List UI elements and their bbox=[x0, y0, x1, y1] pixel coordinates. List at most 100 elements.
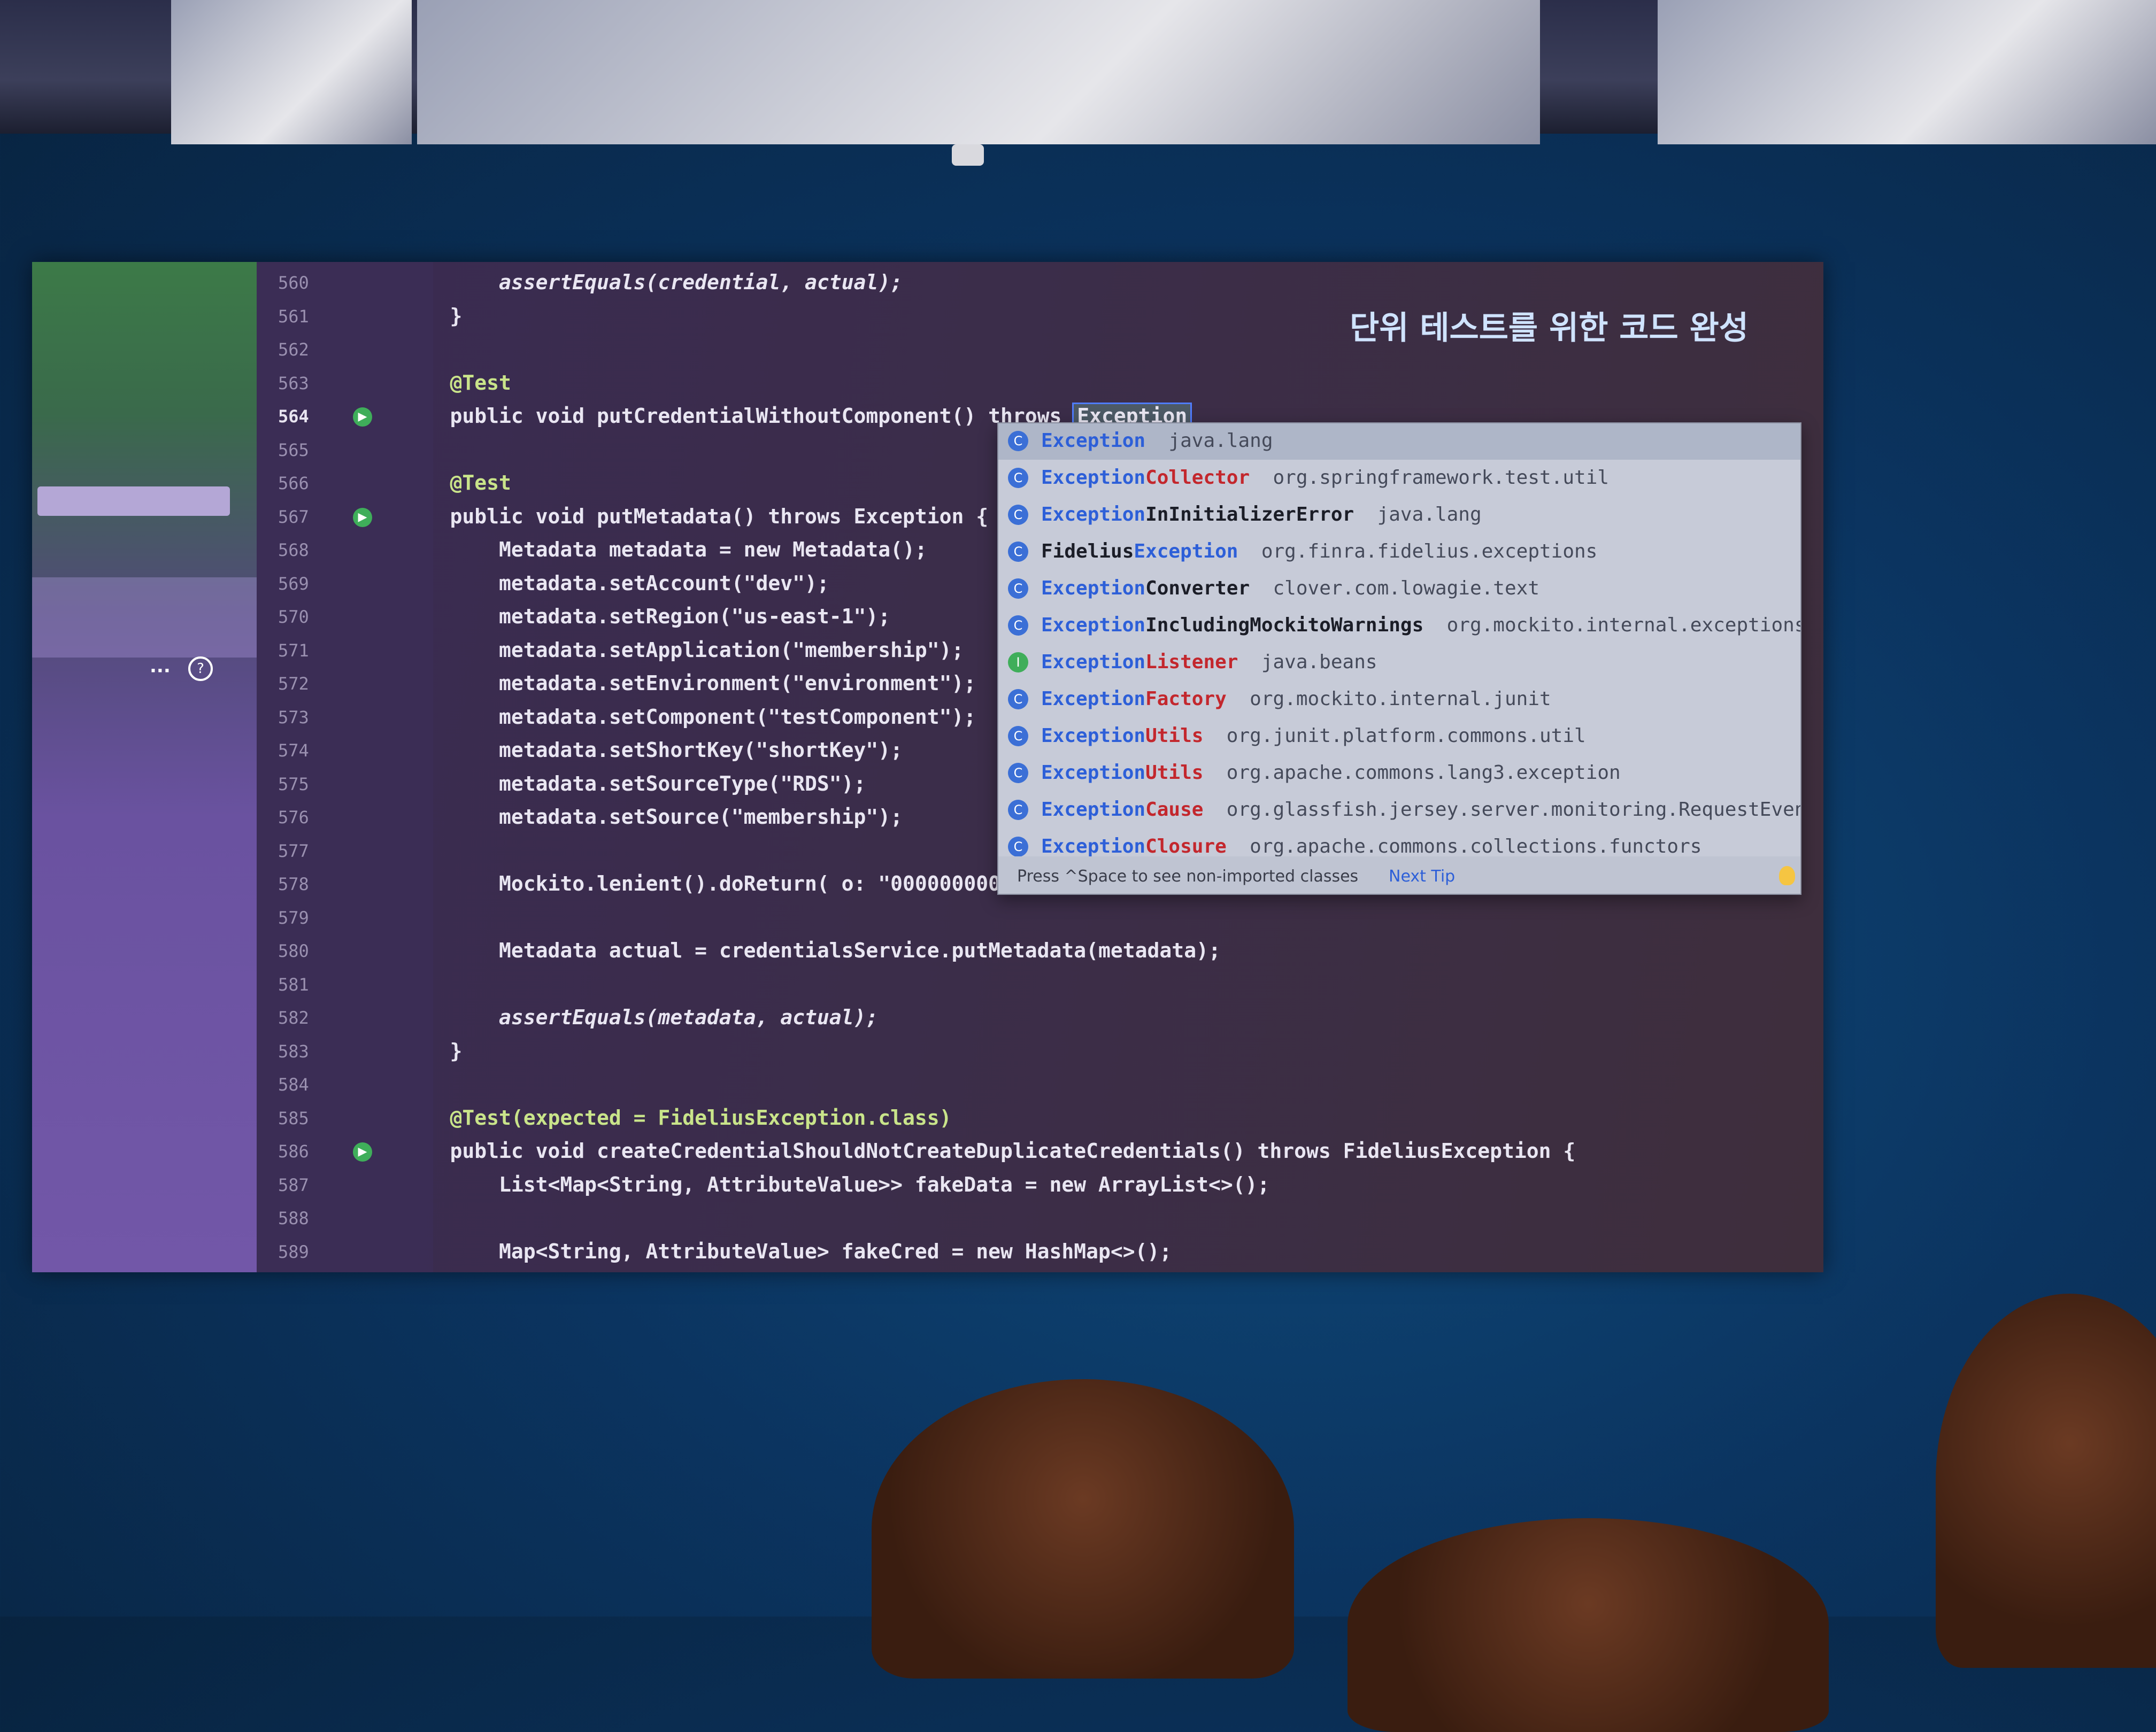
code-line: public void putMetadata() throws Excepti… bbox=[401, 504, 989, 528]
lightbulb-icon[interactable] bbox=[1779, 866, 1795, 885]
run-test-icon[interactable]: ▶ bbox=[353, 507, 372, 527]
completion-item[interactable]: C ExceptionCollector org.springframework.… bbox=[998, 460, 1800, 497]
class-icon: C bbox=[1008, 763, 1028, 783]
line-number: 586 bbox=[278, 1141, 309, 1162]
line-number: 584 bbox=[278, 1074, 309, 1095]
class-icon: C bbox=[1008, 578, 1028, 599]
audience-head bbox=[1348, 1518, 1829, 1732]
line-number: 583 bbox=[278, 1041, 309, 1062]
completion-item[interactable]: C ExceptionIncludingMockitoWarnings org.m… bbox=[998, 608, 1800, 644]
class-icon: C bbox=[1008, 615, 1028, 636]
completion-item[interactable]: C ExceptionUtils org.junit.platform.commo… bbox=[998, 718, 1800, 755]
completion-label: ExceptionUtils org.apache.commons.lang3.… bbox=[1041, 762, 1621, 784]
line-number: 563 bbox=[278, 373, 309, 393]
run-test-icon[interactable]: ▶ bbox=[353, 407, 372, 427]
code-line: metadata.setSource("membership"); bbox=[401, 805, 903, 829]
code-line: metadata.setComponent("testComponent"); bbox=[401, 705, 976, 729]
ceiling-light bbox=[952, 144, 984, 166]
completion-label: Exception java.lang bbox=[1041, 430, 1273, 452]
code-line: assertEquals(metadata, actual); bbox=[401, 1006, 879, 1029]
line-number: 575 bbox=[278, 774, 309, 794]
line-number: 564 bbox=[278, 406, 309, 427]
line-number: 578 bbox=[278, 874, 309, 894]
line-number: 576 bbox=[278, 807, 309, 828]
ceiling-panel bbox=[1658, 0, 2156, 144]
slide-title: 단위 테스트를 위한 코드 완성 bbox=[1350, 310, 1749, 347]
ceiling-panel bbox=[417, 0, 1540, 144]
class-icon: C bbox=[1008, 468, 1028, 488]
code-line: metadata.setAccount("dev"); bbox=[401, 571, 829, 595]
code-line: @Test bbox=[401, 370, 511, 395]
code-line: metadata.setSourceType("RDS"); bbox=[401, 771, 866, 795]
code-line: } bbox=[401, 304, 463, 328]
interface-icon: I bbox=[1008, 652, 1028, 672]
audience-head bbox=[1936, 1294, 2156, 1668]
line-number: 573 bbox=[278, 707, 309, 728]
line-number: 580 bbox=[278, 941, 309, 961]
class-icon: C bbox=[1008, 431, 1028, 451]
completion-label: ExceptionCause org.glassfish.jersey.serv… bbox=[1041, 799, 1801, 821]
completion-item[interactable]: C Exception java.lang bbox=[998, 423, 1800, 460]
line-number: 587 bbox=[278, 1174, 309, 1195]
more-icon[interactable]: ··· bbox=[150, 660, 171, 682]
code-line: public void createCredentialShouldNotCre… bbox=[401, 1139, 1576, 1163]
line-number: 572 bbox=[278, 674, 309, 694]
class-icon: C bbox=[1008, 800, 1028, 820]
completion-item[interactable]: C ExceptionUtils org.apache.commons.lang3… bbox=[998, 755, 1800, 792]
completion-item[interactable]: C ExceptionFactory org.mockito.internal.j… bbox=[998, 682, 1800, 718]
project-sidebar: ··· ? bbox=[32, 262, 257, 1272]
audience-head bbox=[872, 1379, 1294, 1679]
completion-item[interactable]: C FideliusException org.finra.fidelius.ex… bbox=[998, 534, 1800, 570]
line-number: 569 bbox=[278, 573, 309, 594]
completion-label: ExceptionClosure org.apache.commons.coll… bbox=[1041, 836, 1702, 857]
sidebar-selected-item[interactable] bbox=[37, 486, 230, 516]
code-line: metadata.setShortKey("shortKey"); bbox=[401, 738, 903, 762]
completion-label: ExceptionFactory org.mockito.internal.ju… bbox=[1041, 688, 1551, 710]
code-line: metadata.setRegion("us-east-1"); bbox=[401, 605, 891, 628]
line-number: 574 bbox=[278, 740, 309, 761]
completion-label: ExceptionIncludingMockitoWarnings org.mo… bbox=[1041, 614, 1801, 636]
code-line: metadata.setApplication("membership"); bbox=[401, 638, 964, 662]
line-number: 560 bbox=[278, 273, 309, 293]
line-number: 571 bbox=[278, 640, 309, 661]
line-number: 566 bbox=[278, 473, 309, 493]
class-icon: C bbox=[1008, 837, 1028, 857]
code-line: Metadata metadata = new Metadata(); bbox=[401, 538, 927, 561]
completion-footer: Press ^Space to see non-imported classes… bbox=[998, 856, 1800, 894]
line-number: 582 bbox=[278, 1008, 309, 1028]
completion-item[interactable]: C ExceptionConverter clover.com.lowagie.t… bbox=[998, 571, 1800, 607]
completion-item[interactable]: I ExceptionListener java.beans bbox=[998, 645, 1800, 681]
help-icon[interactable]: ? bbox=[188, 656, 213, 681]
line-number: 562 bbox=[278, 339, 309, 360]
line-number: 585 bbox=[278, 1108, 309, 1128]
sidebar-section bbox=[32, 577, 257, 658]
class-icon: C bbox=[1008, 505, 1028, 525]
class-icon: C bbox=[1008, 689, 1028, 709]
code-line: Map<String, AttributeValue> fakeCred = n… bbox=[401, 1239, 1172, 1263]
completion-item[interactable]: C ExceptionInInitializerError java.lang bbox=[998, 497, 1800, 533]
line-number: 589 bbox=[278, 1241, 309, 1262]
completion-item[interactable]: C ExceptionCause org.glassfish.jersey.ser… bbox=[998, 792, 1800, 829]
completion-label: ExceptionConverter clover.com.lowagie.te… bbox=[1041, 577, 1540, 599]
code-line: } bbox=[401, 1039, 463, 1063]
line-number: 577 bbox=[278, 840, 309, 861]
run-test-icon[interactable]: ▶ bbox=[353, 1142, 372, 1162]
line-number: 570 bbox=[278, 607, 309, 627]
ceiling-panel bbox=[171, 0, 412, 144]
completion-label: ExceptionListener java.beans bbox=[1041, 651, 1377, 673]
code-line: @Test bbox=[401, 471, 511, 494]
completion-label: ExceptionCollector org.springframework.t… bbox=[1041, 467, 1610, 489]
line-number: 561 bbox=[278, 306, 309, 327]
line-number: 567 bbox=[278, 506, 309, 527]
class-icon: C bbox=[1008, 726, 1028, 746]
code-line: List<Map<String, AttributeValue>> fakeDa… bbox=[401, 1172, 1270, 1196]
line-number: 565 bbox=[278, 439, 309, 460]
next-tip-link[interactable]: Next Tip bbox=[1389, 867, 1455, 886]
completion-label: FideliusException org.finra.fidelius.exc… bbox=[1041, 540, 1598, 562]
line-number: 588 bbox=[278, 1208, 309, 1228]
code-line: Mockito.lenient().doReturn( o: "00000000… bbox=[401, 872, 1037, 895]
line-number: 568 bbox=[278, 540, 309, 560]
code-line: Metadata actual = credentialsService.put… bbox=[401, 939, 1221, 962]
code-line: metadata.setEnvironment("environment"); bbox=[401, 671, 976, 695]
code-completion-popup[interactable]: C Exception java.lang C ExceptionCollector … bbox=[997, 422, 1801, 895]
